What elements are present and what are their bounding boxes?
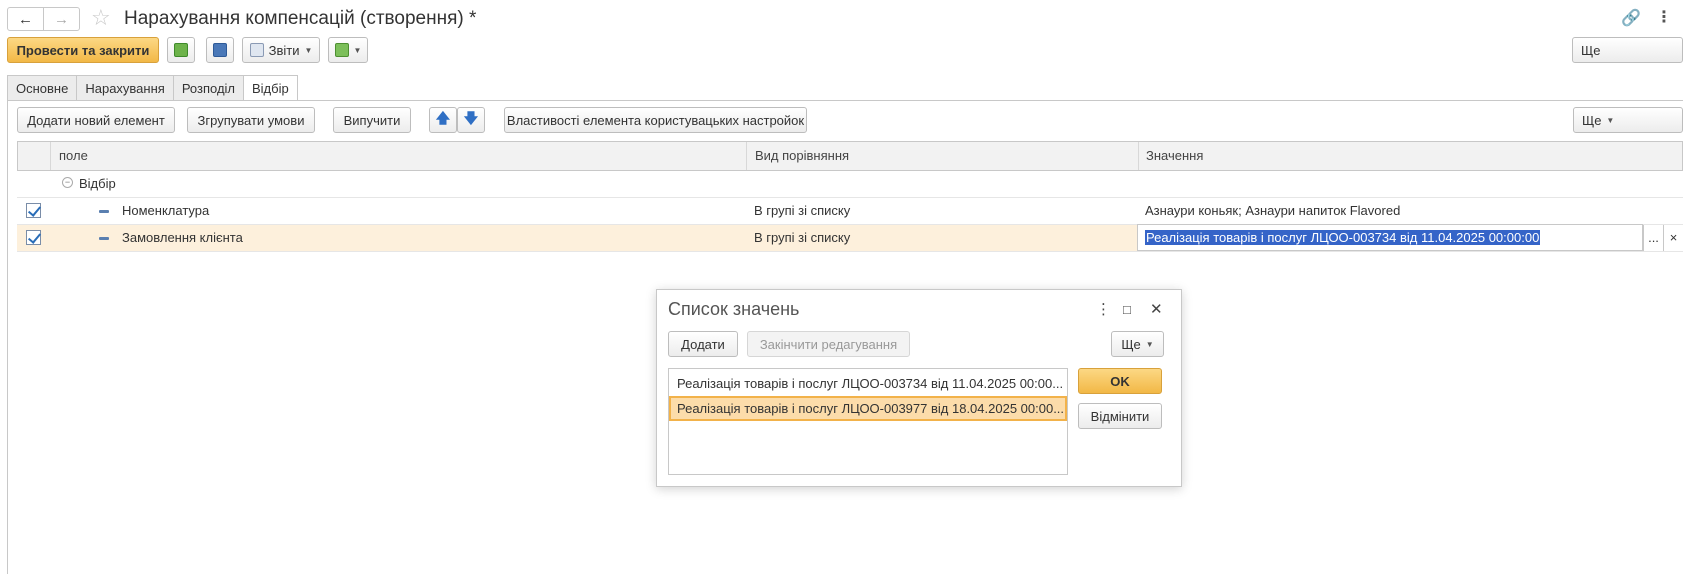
field-cell: Замовлення клієнта — [122, 230, 243, 245]
create-based-on-icon — [334, 43, 349, 57]
maximize-icon[interactable]: □ — [1123, 302, 1131, 317]
create-based-on-button[interactable]: ▼ — [328, 37, 368, 63]
favorite-star-icon[interactable]: ☆ — [91, 6, 111, 30]
finish-editing-button[interactable]: Закінчити редагування — [747, 331, 910, 357]
comparison-cell[interactable]: В групі зі списку — [754, 225, 850, 251]
tab-main[interactable]: Основне — [7, 75, 77, 101]
more-label: Ще — [1121, 336, 1141, 352]
field-item-icon — [99, 237, 109, 240]
value-list-dialog: Список значень ⋮ □ ✕ Додати Закінчити ре… — [656, 289, 1182, 487]
table-row[interactable]: Номенклатура В групі зі списку Азнаури к… — [17, 198, 1683, 225]
field-cell: Номенклатура — [122, 203, 210, 218]
tab-distribution[interactable]: Розподіл — [172, 75, 243, 101]
more-label: Ще — [1582, 112, 1602, 128]
table-row-group[interactable]: − Відбір — [17, 171, 1683, 198]
value-list[interactable]: Реалізація товарів і послуг ЛЦОО-003734 … — [668, 368, 1068, 475]
move-up-button[interactable]: 🡅 — [429, 107, 457, 133]
cancel-button[interactable]: Відмінити — [1078, 403, 1162, 429]
tab-divider — [7, 100, 1683, 101]
element-properties-button[interactable]: Властивості елемента користувацьких наст… — [504, 107, 807, 133]
reports-button[interactable]: Звіти ▼ — [242, 37, 320, 63]
chevron-down-icon: ▼ — [304, 45, 313, 55]
save-button[interactable] — [206, 37, 234, 63]
exclude-button[interactable]: Випучити — [333, 107, 411, 133]
field-item-icon — [99, 210, 109, 213]
move-down-button[interactable]: 🡇 — [457, 107, 485, 133]
list-item-selected[interactable]: Реалізація товарів і послуг ЛЦОО-003977 … — [669, 396, 1067, 421]
close-icon[interactable]: ✕ — [1150, 300, 1163, 318]
column-separator — [746, 142, 747, 170]
row-checkbox[interactable] — [26, 230, 41, 245]
collapse-icon[interactable]: − — [62, 177, 73, 188]
post-document-button[interactable] — [167, 37, 195, 63]
back-button[interactable]: ← — [8, 8, 43, 30]
value-input-text: Реалізація товарів і послуг ЛЦОО-003734 … — [1145, 230, 1541, 245]
more-label: Ще — [1581, 42, 1601, 58]
clear-value-button[interactable]: × — [1663, 225, 1683, 251]
tab-bar: Основне Нарахування Розподіл Відбір — [7, 75, 298, 101]
arrow-left-icon: ← — [18, 10, 33, 28]
tab-filter[interactable]: Відбір — [243, 75, 298, 101]
kebab-menu-icon[interactable]: ⋮ — [1656, 7, 1672, 27]
panel-border — [7, 100, 8, 574]
link-icon[interactable]: 🔗 — [1621, 8, 1641, 28]
list-item[interactable]: Реалізація товарів і послуг ЛЦОО-003734 … — [669, 371, 1067, 396]
chevron-down-icon: ▼ — [1606, 115, 1615, 125]
column-header-value[interactable]: Значення — [1146, 142, 1203, 170]
more-button-filter[interactable]: Ще ▼ — [1573, 107, 1683, 133]
arrow-down-icon: 🡇 — [463, 110, 479, 126]
table-row-selected[interactable]: Замовлення клієнта В групі зі списку Реа… — [17, 224, 1683, 252]
report-icon — [249, 43, 264, 57]
chevron-down-icon: ▼ — [1145, 339, 1154, 349]
group-conditions-button[interactable]: Згрупувати умови — [187, 107, 315, 133]
value-input[interactable]: Реалізація товарів і послуг ЛЦОО-003734 … — [1137, 224, 1643, 251]
column-header-comparison[interactable]: Вид порівняння — [755, 142, 849, 170]
ok-button[interactable]: OK — [1078, 368, 1162, 394]
dialog-add-button[interactable]: Додати — [668, 331, 738, 357]
more-button-top[interactable]: Ще — [1572, 37, 1683, 63]
window-title: Нарахування компенсацій (створення) * — [124, 8, 477, 29]
column-separator — [1138, 142, 1139, 170]
row-checkbox[interactable] — [26, 203, 41, 218]
post-and-close-button[interactable]: Провести та закрити — [7, 37, 159, 63]
arrow-right-icon: → — [54, 10, 69, 28]
group-label: Відбір — [79, 176, 116, 191]
add-new-element-button[interactable]: Додати новий елемент — [17, 107, 175, 133]
table-header: поле Вид порівняння Значення — [17, 141, 1683, 171]
tab-accruals[interactable]: Нарахування — [76, 75, 173, 101]
column-separator — [50, 142, 51, 170]
dialog-more-button[interactable]: Ще ▼ — [1111, 331, 1164, 357]
dialog-title: Список значень — [668, 299, 800, 319]
comparison-cell[interactable]: В групі зі списку — [754, 198, 850, 224]
forward-button[interactable]: → — [43, 8, 79, 30]
history-nav: ← → — [7, 7, 80, 31]
arrow-up-icon: 🡅 — [435, 110, 451, 126]
select-value-button[interactable]: ... — [1643, 225, 1663, 251]
chevron-down-icon: ▼ — [353, 45, 362, 55]
post-document-icon — [174, 43, 188, 57]
save-icon — [213, 43, 227, 57]
dialog-kebab-icon[interactable]: ⋮ — [1096, 300, 1111, 318]
reports-label: Звіти — [268, 42, 300, 58]
value-cell[interactable]: Азнаури коньяк; Азнаури напиток Flavored — [1145, 198, 1400, 224]
column-header-field[interactable]: поле — [59, 142, 88, 170]
